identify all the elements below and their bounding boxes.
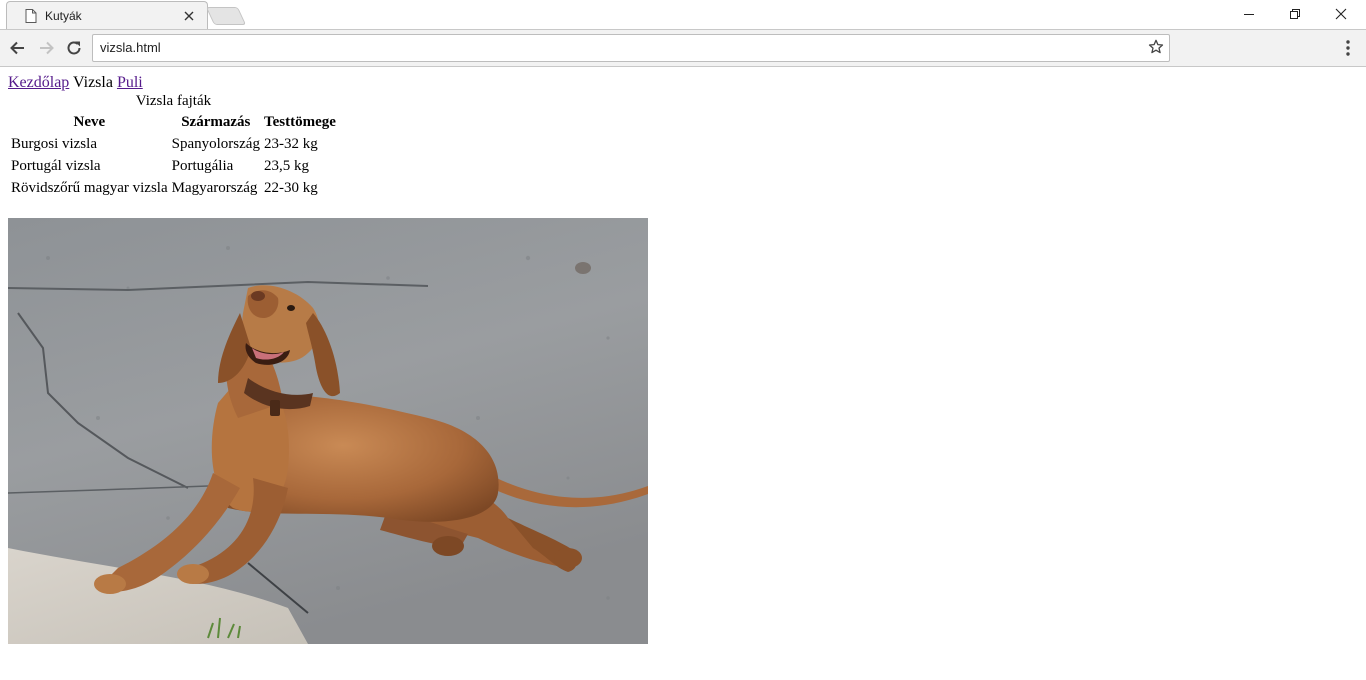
kebab-menu-icon[interactable] — [1339, 38, 1357, 58]
header-origin: Származás — [181, 114, 251, 130]
close-icon — [1335, 8, 1347, 20]
table-header-row: Neve Származás Testtömege — [10, 112, 337, 132]
address-text[interactable]: vizsla.html — [100, 40, 161, 55]
reload-icon[interactable] — [64, 38, 84, 58]
table-row: Portugál vizsla Portugália 23,5 kg — [10, 156, 337, 176]
header-weight: Testtömege — [263, 114, 336, 130]
cell-name: Rövidszőrű magyar vizsla — [11, 180, 168, 196]
cell-origin: Spanyolország — [171, 136, 260, 152]
close-icon[interactable] — [183, 10, 195, 22]
tab-strip: Kutyák — [0, 0, 1366, 30]
cell-origin: Portugália — [171, 158, 234, 174]
cell-weight: 22-30 kg — [263, 180, 318, 196]
browser-toolbar: vizsla.html — [0, 29, 1366, 67]
arrow-left-icon[interactable] — [8, 38, 28, 58]
puli-link[interactable]: Puli — [117, 74, 143, 91]
arrow-right-icon[interactable] — [36, 38, 56, 58]
page-nav: Kezdőlap Vizsla Puli — [8, 74, 143, 92]
table-caption: Vizsla fajták — [135, 93, 212, 109]
browser-tab[interactable]: Kutyák — [6, 1, 208, 30]
header-name: Neve — [73, 114, 106, 130]
tab-title: Kutyák — [45, 9, 82, 23]
page-content: Kezdőlap Vizsla Puli Vizsla fajták Neve … — [0, 67, 1366, 680]
document-icon — [25, 9, 37, 23]
cell-name: Burgosi vizsla — [11, 136, 97, 152]
home-link[interactable]: Kezdőlap — [8, 74, 69, 91]
restore-button[interactable] — [1272, 0, 1318, 28]
cell-weight: 23,5 kg — [263, 158, 309, 174]
cell-name: Portugál vizsla — [11, 158, 101, 174]
close-window-button[interactable] — [1318, 0, 1364, 28]
current-page-label: Vizsla — [73, 74, 113, 91]
address-bar[interactable]: vizsla.html — [92, 34, 1170, 62]
breeds-table: Vizsla fajták Neve Származás Testtömege … — [8, 92, 339, 200]
star-icon[interactable] — [1148, 39, 1164, 55]
restore-icon — [1290, 9, 1300, 19]
new-tab-button[interactable] — [205, 7, 247, 25]
minimize-icon — [1244, 14, 1254, 15]
minimize-button[interactable] — [1226, 0, 1272, 28]
table-row: Rövidszőrű magyar vizsla Magyarország 22… — [10, 178, 337, 198]
cell-origin: Magyarország — [171, 180, 258, 196]
cell-weight: 23-32 kg — [263, 136, 318, 152]
table-row: Burgosi vizsla Spanyolország 23-32 kg — [10, 134, 337, 154]
vizsla-photo — [8, 218, 648, 644]
